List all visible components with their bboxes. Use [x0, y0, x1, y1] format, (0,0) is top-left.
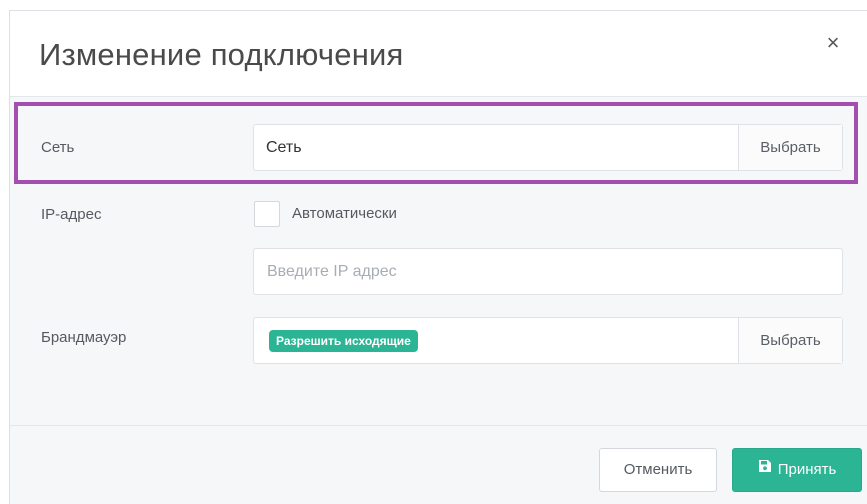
footer-divider — [10, 425, 867, 426]
dialog-header: Изменение подключения × — [10, 11, 867, 97]
auto-ip-checkbox[interactable] — [254, 201, 280, 227]
network-label: Сеть — [41, 139, 75, 156]
cancel-button[interactable]: Отменить — [599, 448, 717, 492]
network-input-group: Сеть Выбрать — [253, 124, 843, 171]
close-icon[interactable]: × — [823, 31, 843, 55]
dialog-title: Изменение подключения — [39, 37, 404, 72]
firewall-field[interactable]: Разрешить исходящие — [254, 318, 738, 363]
accept-button-label: Принять — [777, 461, 837, 478]
ip-address-input[interactable] — [253, 248, 843, 295]
floppy-disk-icon — [758, 448, 772, 490]
edit-connection-dialog: Изменение подключения × Сеть Сеть Выбрат… — [9, 10, 867, 504]
ip-label: IP-адрес — [41, 206, 102, 223]
accept-button[interactable]: Принять — [732, 448, 862, 492]
firewall-input-group: Разрешить исходящие Выбрать — [253, 317, 843, 364]
firewall-tag: Разрешить исходящие — [269, 330, 418, 352]
firewall-select-button[interactable]: Выбрать — [738, 318, 842, 363]
auto-ip-checkbox-label[interactable]: Автоматически — [292, 205, 397, 222]
network-field[interactable]: Сеть — [254, 125, 738, 170]
network-select-button[interactable]: Выбрать — [738, 125, 842, 170]
firewall-label: Брандмауэр — [41, 329, 127, 346]
